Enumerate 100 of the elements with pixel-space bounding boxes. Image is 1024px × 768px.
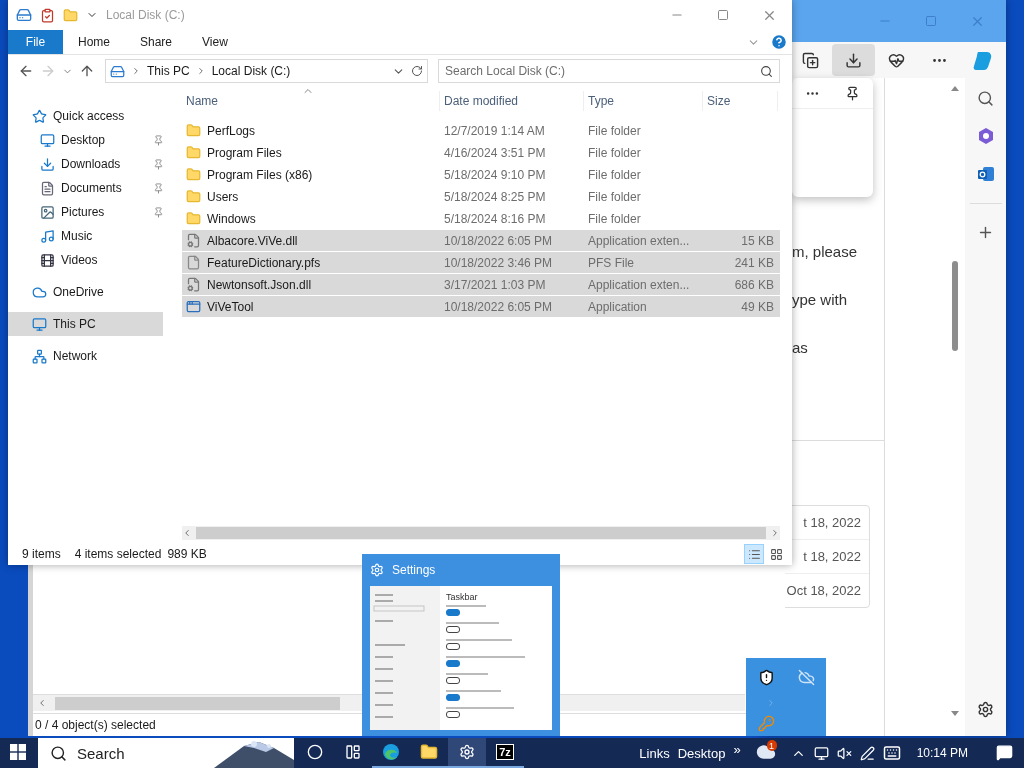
date-cell-text: 10/18/2022 6:05 PM: [443, 299, 554, 314]
mail-app-icon[interactable]: [976, 165, 995, 183]
date-cell-text: 10/18/2022 3:46 PM: [443, 255, 554, 270]
nav-item[interactable]: Quick access: [8, 104, 163, 128]
search-field[interactable]: Search: [38, 738, 294, 768]
file-row[interactable]: Users 5/18/2024 8:25 PM File folder: [182, 186, 780, 208]
search-field[interactable]: Search Local Disk (C:): [438, 59, 780, 83]
music-icon: [40, 228, 55, 244]
ribbon-tab[interactable]: Share: [125, 30, 188, 54]
keyboard-icon[interactable]: [882, 744, 901, 762]
nav-item[interactable]: Pictures: [8, 200, 173, 224]
body-text: as: [792, 338, 809, 358]
file-row[interactable]: FeatureDictionary.pfs 10/18/2022 3:46 PM PFS File 241 KB: [182, 252, 780, 274]
address-bar[interactable]: This PC Local Disk (C:): [105, 59, 428, 83]
health-icon[interactable]: [888, 51, 905, 69]
file-icon: [186, 255, 201, 270]
back-icon[interactable]: [18, 63, 34, 79]
type-cell-text: File folder: [587, 211, 642, 226]
gear-file-icon: [186, 233, 201, 248]
search-icon: [50, 744, 67, 762]
assistant-logo-icon[interactable]: [971, 49, 994, 71]
nav-item[interactable]: Music: [8, 224, 173, 248]
date-cell-text: 10/18/2022 6:05 PM: [443, 233, 554, 248]
size-cell-text: 49 KB: [740, 299, 775, 314]
window-icon: [186, 299, 201, 314]
file-row[interactable]: Program Files (x86) 5/18/2024 9:10 PM File folder: [182, 164, 780, 186]
date-cell-text: 5/18/2024 9:10 PM: [443, 167, 547, 182]
help-icon[interactable]: [770, 33, 788, 51]
folder-icon: [186, 189, 201, 204]
toolbar-label[interactable]: Desktop: [677, 745, 726, 761]
size-cell-text: 241 KB: [733, 255, 775, 270]
file-row[interactable]: Windows 5/18/2024 8:16 PM File folder: [182, 208, 780, 230]
folder-icon: [186, 211, 201, 226]
chevron-icon: [131, 66, 141, 76]
window-preview-tooltip[interactable]: Settings Taskbar: [362, 554, 560, 736]
taskbar-app-button[interactable]: [448, 738, 486, 768]
column-header[interactable]: Date modified: [440, 91, 584, 111]
horizontal-scrollbar[interactable]: [182, 526, 780, 540]
column-header[interactable]: Size: [703, 91, 778, 111]
nav-item[interactable]: Network: [8, 344, 163, 368]
file-row[interactable]: Program Files 4/16/2024 3:51 PM File folder: [182, 142, 780, 164]
shield-icon[interactable]: [757, 668, 775, 686]
file-name: Newtonsoft.Json.dll: [207, 277, 312, 292]
network-icon[interactable]: [813, 745, 829, 761]
settings-icon: [459, 744, 475, 760]
breadcrumb[interactable]: This PC: [147, 64, 190, 78]
date-cell-text: 3/17/2021 1:03 PM: [443, 277, 547, 292]
drive-icon[interactable]: [16, 7, 32, 23]
selection-count: 4 items selected: [74, 547, 162, 561]
toolbar-label[interactable]: Links: [639, 745, 670, 761]
nav-item[interactable]: Documents: [8, 176, 173, 200]
file-name: Program Files: [207, 145, 282, 160]
ribbon-tab[interactable]: Home: [63, 30, 125, 54]
ribbon-tab[interactable]: View: [187, 30, 243, 54]
properties-icon[interactable]: [40, 7, 55, 23]
column-header[interactable]: Type: [584, 91, 703, 111]
nav-item[interactable]: Videos: [8, 248, 173, 272]
breadcrumb[interactable]: Local Disk (C:): [211, 64, 291, 78]
clock[interactable]: 10:14 PM: [908, 746, 976, 760]
column-header[interactable]: Name: [182, 91, 440, 111]
date-cell-text: 12/7/2019 1:14 AM: [443, 123, 546, 138]
cloud-icon[interactable]: [755, 742, 776, 762]
search-icon[interactable]: [977, 90, 994, 107]
start-icon[interactable]: [10, 744, 26, 760]
volume-muted-icon[interactable]: [836, 745, 852, 761]
scroll-left-icon[interactable]: [182, 528, 192, 538]
list-icon: [747, 547, 761, 561]
scroll-left-icon[interactable]: [37, 698, 47, 708]
task-view-icon: [345, 744, 361, 760]
notifications-icon[interactable]: [995, 743, 1013, 761]
settings-icon[interactable]: [977, 701, 994, 718]
details-view-button[interactable]: [744, 544, 764, 564]
toolbar-overflow[interactable]: »: [733, 741, 741, 757]
preview-heading: Taskbar: [446, 592, 479, 602]
nav-item[interactable]: Downloads: [8, 152, 173, 176]
item-count: 9 items: [22, 547, 61, 561]
taskbar-app-button[interactable]: 7z: [486, 738, 524, 768]
nav-item[interactable]: Desktop: [8, 128, 173, 152]
hexagon-logo-icon[interactable]: [976, 127, 995, 145]
pen-icon[interactable]: [859, 745, 875, 761]
file-row[interactable]: Newtonsoft.Json.dll 3/17/2021 1:03 PM Application exten... 686 KB: [182, 274, 780, 296]
add-icon[interactable]: [977, 224, 994, 241]
scroll-right-icon[interactable]: [770, 528, 780, 538]
date-text: t 18, 2022: [802, 514, 862, 532]
nav-item[interactable]: OneDrive: [8, 280, 163, 304]
folder-icon: [420, 743, 438, 761]
ribbon-tab[interactable]: File: [8, 30, 63, 54]
pin-icon[interactable]: [845, 85, 861, 101]
refresh-icon[interactable]: [411, 65, 423, 77]
up-icon[interactable]: [79, 63, 95, 79]
file-row[interactable]: Albacore.ViVe.dll 10/18/2022 6:05 PM Application exten... 15 KB: [182, 230, 780, 252]
nav-item[interactable]: This PC: [8, 312, 163, 336]
documents-icon: [40, 180, 55, 196]
collections-icon[interactable]: [802, 51, 819, 69]
cloud-off-icon[interactable]: [797, 668, 815, 686]
file-row[interactable]: ViVeTool 10/18/2022 6:05 PM Application 49 KB: [182, 296, 780, 318]
downloads-button[interactable]: [832, 44, 875, 76]
file-row[interactable]: PerfLogs 12/7/2019 1:14 AM File folder: [182, 120, 780, 142]
type-cell-text: File folder: [587, 145, 642, 160]
file-name: PerfLogs: [207, 123, 256, 138]
